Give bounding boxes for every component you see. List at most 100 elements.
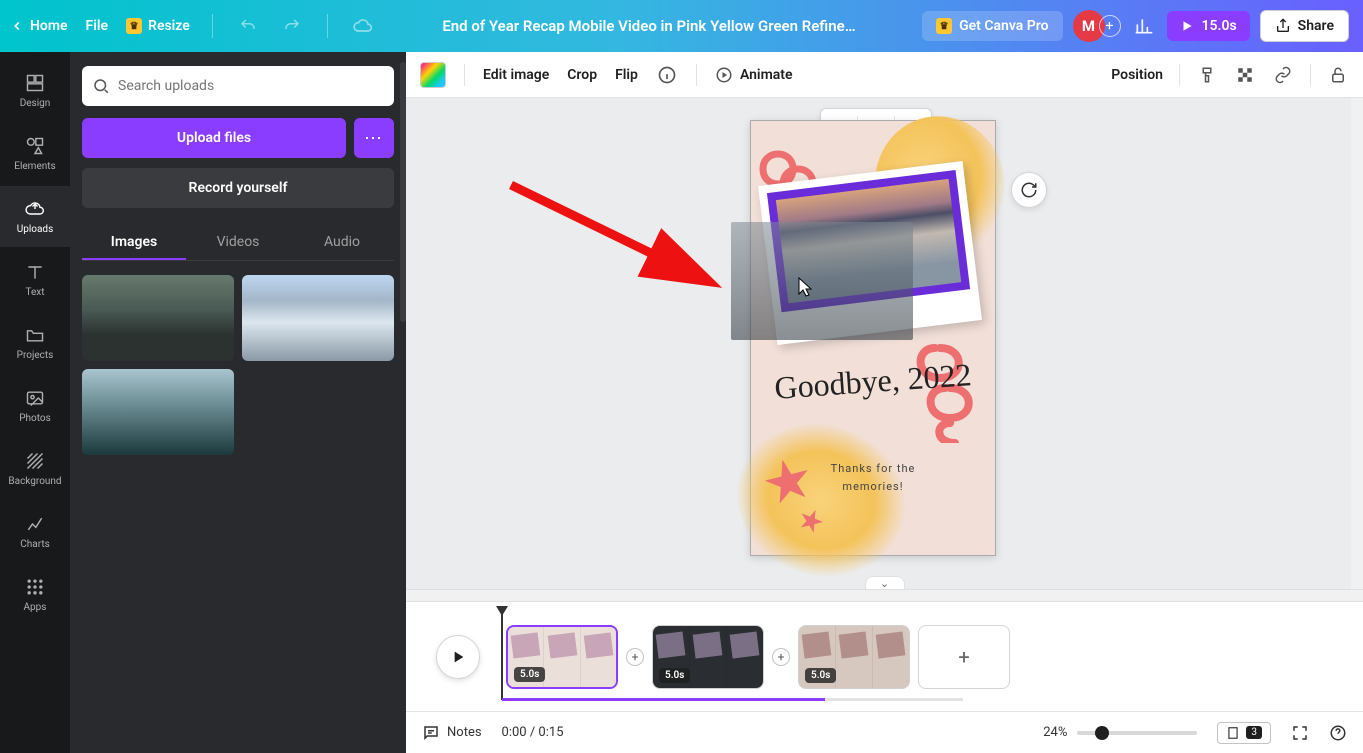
zoom-slider[interactable] (1077, 731, 1197, 735)
upload-thumbs (82, 275, 394, 455)
canvas-viewport[interactable]: Goodbye, 2022 Thanks for the memories! ⌄ (406, 98, 1363, 589)
search-icon (92, 77, 110, 95)
playback-time: 0:00 / 0:15 (502, 725, 564, 740)
rail-projects[interactable]: Projects (0, 312, 70, 373)
refresh-thumbnail-button[interactable] (1011, 172, 1047, 208)
timeline-clip[interactable]: 5.0s (652, 625, 764, 689)
text-icon (24, 261, 46, 283)
fullscreen-icon (1291, 724, 1309, 742)
pages-icon (1226, 726, 1240, 740)
add-between-button[interactable]: + (626, 648, 644, 666)
vertical-scrollbar[interactable] (1351, 98, 1363, 589)
collab-avatars: M + (1073, 10, 1121, 42)
elements-icon (24, 135, 46, 157)
search-uploads[interactable] (82, 66, 394, 106)
edit-image-button[interactable]: Edit image (483, 67, 549, 83)
tab-images[interactable]: Images (82, 226, 186, 260)
background-icon (24, 450, 46, 472)
animate-button[interactable]: Animate (715, 66, 793, 84)
position-button[interactable]: Position (1111, 67, 1163, 83)
transparency-button[interactable] (1234, 64, 1256, 86)
redo-button[interactable] (279, 13, 305, 39)
document-title[interactable]: End of Year Recap Mobile Video in Pink Y… (376, 17, 922, 35)
home-label: Home (30, 18, 68, 34)
lock-button[interactable] (1327, 64, 1349, 86)
upload-tabs: Images Videos Audio (82, 226, 394, 261)
clip-duration: 5.0s (805, 668, 836, 683)
notes-icon (422, 724, 440, 742)
add-page-button[interactable]: + (918, 625, 1010, 689)
header-divider (212, 14, 213, 38)
app-body: Design Elements Uploads Text Projects Ph… (0, 52, 1363, 753)
rail-charts[interactable]: Charts (0, 501, 70, 562)
share-button[interactable]: Share (1260, 10, 1349, 42)
annotation-arrow (506, 170, 736, 300)
header-left: Home File ♛ Resize (0, 13, 376, 39)
flip-button[interactable]: Flip (615, 67, 638, 83)
upload-files-button[interactable]: Upload files (82, 118, 346, 158)
home-link[interactable]: Home (10, 18, 68, 34)
status-footer: Notes 0:00 / 0:15 24% 3 (406, 711, 1363, 753)
design-icon (24, 72, 46, 94)
upload-thumb[interactable] (82, 275, 234, 361)
rail-background[interactable]: Background (0, 438, 70, 499)
horizontal-scrollbar[interactable] (406, 589, 1363, 601)
preview-button[interactable]: 15.0s (1167, 11, 1250, 41)
drag-preview-image (731, 222, 913, 340)
copy-style-button[interactable] (1196, 64, 1218, 86)
record-yourself-button[interactable]: Record yourself (82, 168, 394, 208)
resize-menu[interactable]: ♛ Resize (126, 18, 190, 34)
color-picker-swatch[interactable] (420, 62, 446, 88)
timeline-clip[interactable]: 5.0s (798, 625, 910, 689)
zoom-control: 24% (1043, 725, 1197, 740)
icon-rail: Design Elements Uploads Text Projects Ph… (0, 52, 70, 753)
help-icon (1329, 724, 1347, 742)
photos-icon (24, 387, 46, 409)
upload-more-button[interactable]: ⋯ (354, 118, 394, 158)
canvas-area: Edit image Crop Flip Animate Position (406, 52, 1363, 753)
clip-duration: 5.0s (514, 667, 545, 682)
timeline-scrubber[interactable] (502, 698, 963, 701)
cloud-status-icon[interactable] (350, 13, 376, 39)
crown-icon: ♛ (126, 18, 142, 34)
notes-button[interactable]: Notes (422, 724, 482, 742)
uploads-panel: Upload files ⋯ Record yourself Images Vi… (70, 52, 406, 753)
analytics-button[interactable] (1131, 13, 1157, 39)
rail-design[interactable]: Design (0, 60, 70, 121)
top-header: Home File ♛ Resize End of Year Recap Mob… (0, 0, 1363, 52)
toggle-timeline-button[interactable]: ⌄ (865, 576, 905, 589)
help-button[interactable] (1329, 724, 1347, 742)
playhead[interactable] (501, 608, 503, 700)
rail-uploads[interactable]: Uploads (0, 186, 70, 247)
undo-button[interactable] (235, 13, 261, 39)
tab-videos[interactable]: Videos (186, 226, 290, 260)
timeline: 5.0s + 5.0s + 5.0s + (406, 601, 1363, 711)
page-navigator[interactable]: 3 (1217, 722, 1271, 744)
page-count-badge: 3 (1246, 726, 1262, 739)
rail-elements[interactable]: Elements (0, 123, 70, 184)
add-between-button[interactable]: + (772, 648, 790, 666)
crop-button[interactable]: Crop (567, 67, 597, 83)
mouse-cursor-icon (798, 277, 812, 297)
upload-thumb[interactable] (242, 275, 394, 361)
header-divider (327, 14, 328, 38)
add-collaborator-button[interactable]: + (1099, 15, 1121, 37)
get-pro-button[interactable]: ♛ Get Canva Pro (922, 11, 1062, 41)
projects-icon (24, 324, 46, 346)
search-input[interactable] (118, 78, 384, 94)
rail-photos[interactable]: Photos (0, 375, 70, 436)
rail-apps[interactable]: Apps (0, 564, 70, 625)
file-menu[interactable]: File (86, 18, 109, 34)
subline-text[interactable]: Thanks for the memories! (751, 461, 995, 496)
fullscreen-button[interactable] (1291, 724, 1309, 742)
context-toolbar: Edit image Crop Flip Animate Position (406, 52, 1363, 98)
link-button[interactable] (1272, 64, 1294, 86)
upload-thumb[interactable] (82, 369, 234, 455)
info-button[interactable] (656, 64, 678, 86)
rail-text[interactable]: Text (0, 249, 70, 310)
tab-audio[interactable]: Audio (290, 226, 394, 260)
timeline-play-button[interactable] (436, 635, 480, 679)
header-right: ♛ Get Canva Pro M + 15.0s Share (922, 10, 1363, 42)
charts-icon (24, 513, 46, 535)
timeline-clip[interactable]: 5.0s (506, 625, 618, 689)
